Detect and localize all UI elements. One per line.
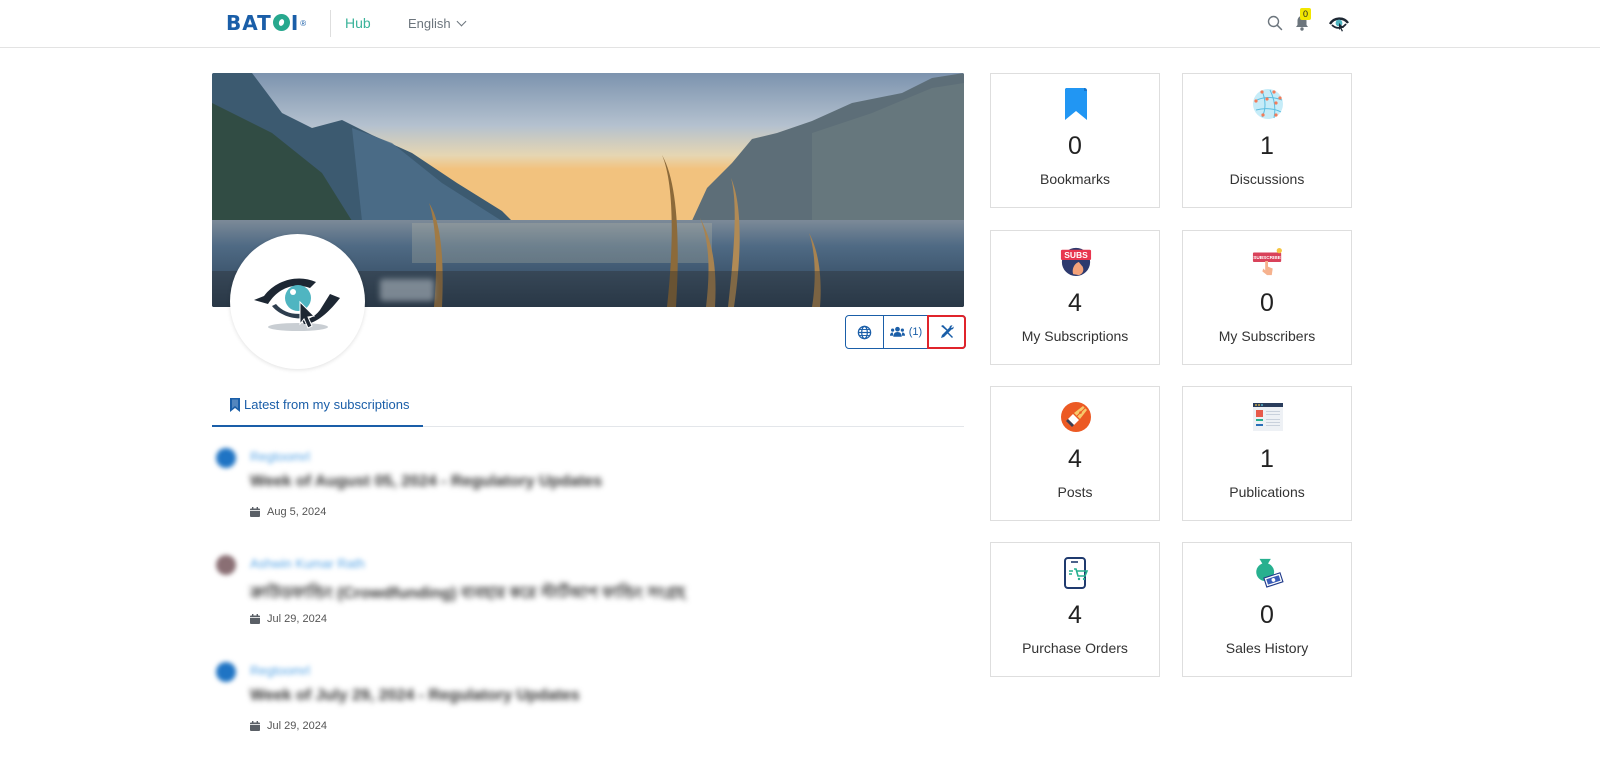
stat-label: Posts (1057, 484, 1093, 500)
members-button[interactable]: (1) (883, 316, 928, 348)
feed-author-name[interactable]: Regtoomrl (250, 663, 310, 678)
profile-name-blurred (380, 279, 434, 301)
logo-o-mark (272, 14, 290, 31)
purchase-orders-icon (1060, 556, 1092, 590)
svg-text:SUBS: SUBS (1064, 250, 1088, 260)
feed-item[interactable]: Regtoomrl Week of July 29, 2024 - Regula… (212, 657, 964, 747)
bookmark-icon (1060, 87, 1092, 121)
stat-value: 4 (1068, 445, 1082, 473)
search-button[interactable] (1267, 15, 1283, 31)
users-icon (889, 326, 905, 337)
stat-card-sales-history[interactable]: 0 Sales History (1182, 542, 1352, 677)
calendar-icon (250, 614, 260, 624)
stat-value: 1 (1260, 445, 1274, 473)
notification-count-badge: 0 (1300, 8, 1311, 20)
feed-post-date: Jul 29, 2024 (250, 613, 327, 625)
feed-post-date: Aug 5, 2024 (250, 506, 326, 518)
nav-divider (330, 10, 331, 37)
publications-icon (1252, 400, 1284, 434)
stat-label: Purchase Orders (1022, 640, 1128, 656)
profile-tabs: Latest from my subscriptions (212, 384, 964, 427)
stat-card-posts[interactable]: 4 Posts (990, 386, 1160, 521)
globe-icon (857, 325, 872, 339)
logo-registered-mark: ® (300, 18, 307, 28)
user-avatar-menu[interactable] (1328, 14, 1350, 32)
feed-author-name[interactable]: Regtoomrl (250, 449, 310, 464)
chevron-down-icon (456, 16, 467, 27)
stat-value: 0 (1260, 289, 1274, 317)
stat-card-publications[interactable]: 1 Publications (1182, 386, 1352, 521)
members-count: (1) (908, 326, 923, 338)
profile-settings-tools-button[interactable] (927, 315, 966, 349)
stat-value: 0 (1260, 601, 1274, 629)
stat-value: 0 (1068, 132, 1082, 160)
stat-label: Publications (1229, 484, 1305, 500)
calendar-icon (250, 721, 260, 731)
stat-label: Discussions (1229, 171, 1305, 187)
language-dropdown[interactable]: English (408, 16, 467, 31)
profile-avatar[interactable] (230, 234, 365, 369)
stat-value: 4 (1068, 601, 1082, 629)
feed-post-date: Jul 29, 2024 (250, 720, 327, 732)
feed-date-text: Jul 29, 2024 (267, 613, 327, 625)
stat-card-my-subscriptions[interactable]: SUBS 4 My Subscriptions (990, 230, 1160, 365)
subscriptions-icon: SUBS (1060, 244, 1092, 278)
feed-item[interactable]: Regtoomrl Week of August 05, 2024 - Regu… (212, 443, 964, 533)
stat-label: Bookmarks (1039, 171, 1111, 187)
feed-author-avatar[interactable] (216, 555, 236, 575)
stat-label: My Subscriptions (1021, 328, 1129, 344)
stat-label: My Subscribers (1218, 328, 1316, 344)
stat-value: 1 (1260, 132, 1274, 160)
feed-post-title[interactable]: ক্রাউডফান্ডিং (Crowdfunding) ব্যবহার করে… (250, 580, 685, 607)
profile-action-buttons: (1) (845, 315, 966, 349)
feed-item[interactable]: Ashwin Kumar Rath ক্রাউডফান্ডিং (Crowdfu… (212, 550, 964, 640)
discussions-network-icon (1252, 87, 1284, 121)
language-label: English (408, 16, 451, 31)
calendar-icon (250, 507, 260, 517)
stat-card-purchase-orders[interactable]: 4 Purchase Orders (990, 542, 1160, 677)
top-navigation-bar: BAT I ® Hub English 0 (0, 0, 1600, 48)
stat-value: 4 (1068, 289, 1082, 317)
tab-label: Latest from my subscriptions (244, 397, 410, 412)
tab-latest-from-subscriptions[interactable]: Latest from my subscriptions (212, 384, 423, 427)
feed-post-title[interactable]: Week of July 29, 2024 - Regulatory Updat… (250, 687, 580, 705)
sales-history-icon (1252, 556, 1284, 590)
posts-pen-icon (1060, 400, 1092, 434)
svg-text:SUBSCRIBE: SUBSCRIBE (1253, 255, 1281, 260)
feed-post-title[interactable]: Week of August 05, 2024 - Regulatory Upd… (250, 473, 602, 491)
stat-card-bookmarks[interactable]: 0 Bookmarks (990, 73, 1160, 208)
search-icon (1267, 15, 1283, 31)
feed-author-avatar[interactable] (216, 662, 236, 682)
logo-text: BAT I (226, 11, 300, 35)
feed-date-text: Aug 5, 2024 (267, 506, 327, 518)
tools-icon (941, 325, 954, 338)
eye-cursor-logo-icon (253, 277, 340, 331)
batoi-logo[interactable]: BAT I ® (226, 12, 306, 34)
nav-hub-link[interactable]: Hub (345, 15, 371, 31)
feed-date-text: Jul 29, 2024 (267, 720, 327, 732)
feed-author-name[interactable]: Ashwin Kumar Rath (250, 556, 365, 571)
public-profile-button[interactable] (846, 316, 883, 348)
user-avatar-eye-icon (1328, 17, 1349, 32)
feed-author-avatar[interactable] (216, 448, 236, 468)
bookmark-icon (230, 397, 240, 412)
stat-label: Sales History (1225, 640, 1309, 656)
stat-card-my-subscribers[interactable]: SUBSCRIBE 0 My Subscribers (1182, 230, 1352, 365)
stat-card-discussions[interactable]: 1 Discussions (1182, 73, 1352, 208)
subscribers-icon: SUBSCRIBE (1252, 244, 1284, 278)
